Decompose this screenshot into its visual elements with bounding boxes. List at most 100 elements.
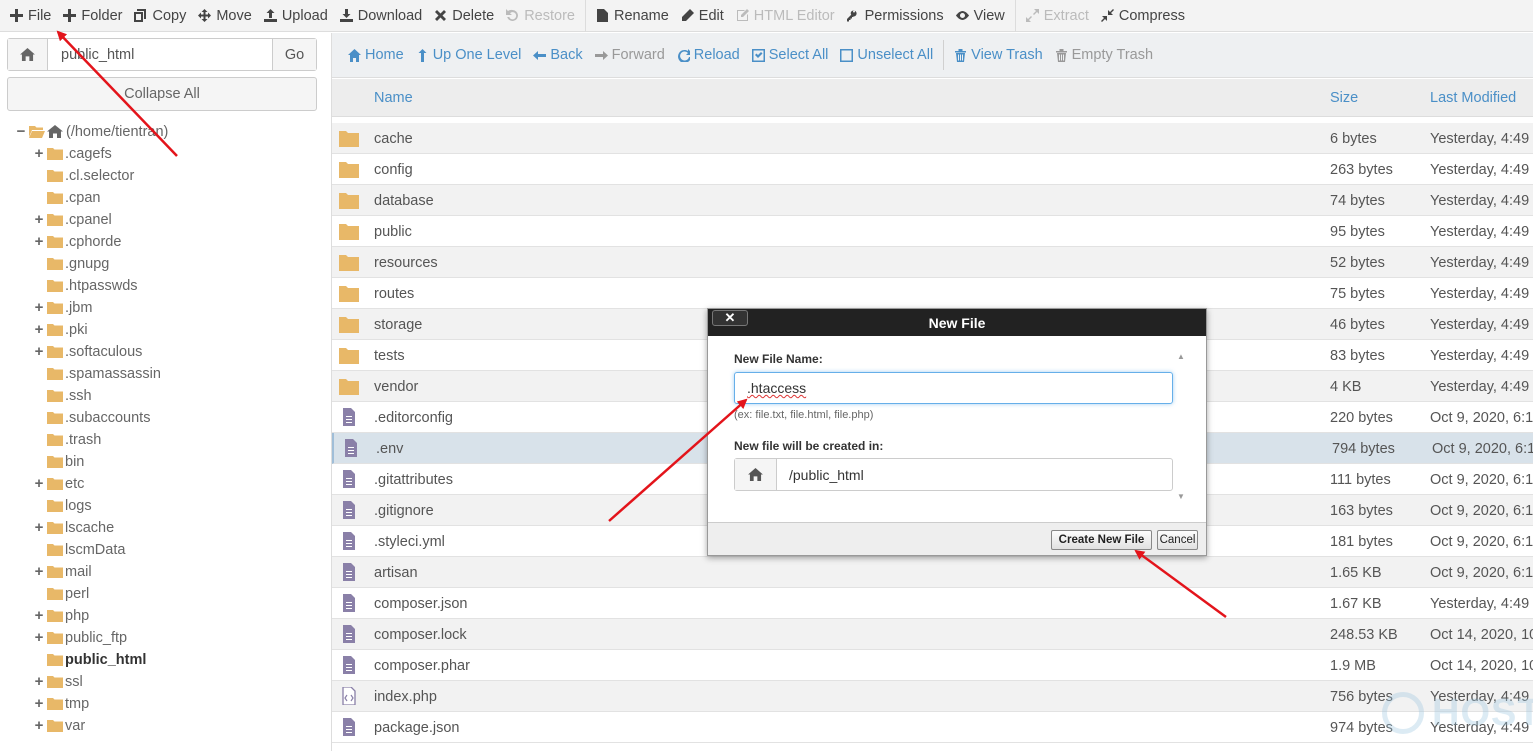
cancel-button[interactable]: Cancel bbox=[1157, 530, 1198, 550]
file-name: .styleci.yml bbox=[374, 534, 445, 550]
tree-item[interactable]: public_html bbox=[0, 649, 326, 671]
scroll-down-icon[interactable]: ▼ bbox=[1177, 492, 1185, 501]
path-home-button[interactable] bbox=[8, 39, 48, 70]
scroll-up-icon[interactable]: ▲ bbox=[1177, 352, 1185, 361]
tree-item[interactable]: + var bbox=[0, 715, 326, 737]
nav-home-button[interactable]: Home bbox=[342, 33, 410, 78]
toolbar-compress-button[interactable]: Compress bbox=[1095, 0, 1191, 32]
tree-item[interactable]: + tmp bbox=[0, 693, 326, 715]
trash-icon bbox=[1055, 48, 1068, 62]
table-row[interactable]: database 74 bytes Yesterday, 4:49 P bbox=[332, 185, 1533, 216]
toolbar-view-button[interactable]: View bbox=[950, 0, 1011, 32]
toolbar-copy-button[interactable]: Copy bbox=[128, 0, 192, 32]
table-row[interactable]: package.json 974 bytes Yesterday, 4:49 P bbox=[332, 712, 1533, 743]
toolbar-file-button[interactable]: File bbox=[4, 0, 57, 32]
toolbar-compress-label: Compress bbox=[1118, 7, 1185, 24]
folder-icon bbox=[339, 129, 359, 150]
tree-item[interactable]: .cl.selector bbox=[0, 165, 326, 187]
location-home-button[interactable] bbox=[735, 459, 777, 490]
tree-item[interactable]: + lscache bbox=[0, 517, 326, 539]
collapse-toggle-icon[interactable]: − bbox=[16, 121, 26, 143]
tree-item[interactable]: + .softaculous bbox=[0, 341, 326, 363]
tree-item[interactable]: + mail bbox=[0, 561, 326, 583]
tree-item[interactable]: + .jbm bbox=[0, 297, 326, 319]
collapse-all-button[interactable]: Collapse All bbox=[7, 77, 317, 111]
table-row[interactable]: index.php 756 bytes Yesterday, 4:49 P bbox=[332, 681, 1533, 712]
toolbar-move-button[interactable]: Move bbox=[192, 0, 257, 32]
nav-up-one-level-button[interactable]: Up One Level bbox=[410, 33, 528, 78]
tree-item[interactable]: .gnupg bbox=[0, 253, 326, 275]
tree-item[interactable]: perl bbox=[0, 583, 326, 605]
table-row[interactable]: composer.lock 248.53 KB Oct 14, 2020, 10 bbox=[332, 619, 1533, 650]
toolbar-rename-button[interactable]: Rename bbox=[590, 0, 675, 32]
location-field[interactable]: /public_html bbox=[734, 458, 1173, 491]
expand-toggle-icon[interactable]: + bbox=[34, 473, 44, 495]
table-row[interactable]: artisan 1.65 KB Oct 9, 2020, 6:10 bbox=[332, 557, 1533, 588]
go-button[interactable]: Go bbox=[272, 39, 316, 70]
tree-item[interactable]: + php bbox=[0, 605, 326, 627]
table-row[interactable]: public 95 bytes Yesterday, 4:49 P bbox=[332, 216, 1533, 247]
toolbar-permissions-button[interactable]: Permissions bbox=[841, 0, 950, 32]
expand-toggle-icon[interactable]: + bbox=[34, 209, 44, 231]
expand-toggle-icon[interactable]: + bbox=[34, 297, 44, 319]
html-edit-icon bbox=[736, 9, 749, 22]
toolbar-upload-button[interactable]: Upload bbox=[258, 0, 334, 32]
column-size-header[interactable]: Size bbox=[1330, 90, 1358, 106]
toolbar-folder-button[interactable]: Folder bbox=[57, 0, 128, 32]
expand-toggle-icon[interactable]: + bbox=[34, 605, 44, 627]
expand-toggle-icon[interactable]: + bbox=[34, 319, 44, 341]
nav-back-button[interactable]: Back bbox=[527, 33, 588, 78]
table-row[interactable]: composer.json 1.67 KB Yesterday, 4:49 P bbox=[332, 588, 1533, 619]
tree-item-label: (/home/tientran) bbox=[66, 124, 169, 140]
table-row[interactable]: config 263 bytes Yesterday, 4:49 P bbox=[332, 154, 1533, 185]
tree-item[interactable]: + .cagefs bbox=[0, 143, 326, 165]
dialog-close-button[interactable]: ✕ bbox=[712, 310, 748, 326]
toolbar-edit-button[interactable]: Edit bbox=[675, 0, 730, 32]
expand-toggle-icon[interactable]: + bbox=[34, 671, 44, 693]
tree-item[interactable]: + public_ftp bbox=[0, 627, 326, 649]
tree-item[interactable]: logs bbox=[0, 495, 326, 517]
expand-toggle-icon[interactable]: + bbox=[34, 561, 44, 583]
nav-reload-button[interactable]: Reload bbox=[671, 33, 746, 78]
tree-item[interactable]: + .cpanel bbox=[0, 209, 326, 231]
tree-item[interactable]: .spamassassin bbox=[0, 363, 326, 385]
path-input[interactable] bbox=[48, 39, 272, 70]
expand-toggle-icon[interactable]: + bbox=[34, 517, 44, 539]
column-modified-header[interactable]: Last Modified bbox=[1430, 90, 1516, 106]
nav-unselect-all-button[interactable]: Unselect All bbox=[834, 33, 939, 78]
expand-toggle-icon[interactable]: + bbox=[34, 143, 44, 165]
column-name-header[interactable]: Name bbox=[374, 90, 413, 106]
table-row[interactable]: cache 6 bytes Yesterday, 4:49 P bbox=[332, 123, 1533, 154]
table-row[interactable]: composer.phar 1.9 MB Oct 14, 2020, 10 bbox=[332, 650, 1533, 681]
toolbar-delete-button[interactable]: Delete bbox=[428, 0, 500, 32]
dialog-scrollbar[interactable]: ▲ ▼ bbox=[1174, 350, 1188, 510]
nav-view-trash-label: View Trash bbox=[971, 47, 1043, 63]
toolbar-download-button[interactable]: Download bbox=[334, 0, 429, 32]
create-new-file-button[interactable]: Create New File bbox=[1051, 530, 1152, 550]
tree-item[interactable]: lscmData bbox=[0, 539, 326, 561]
tree-item[interactable]: bin bbox=[0, 451, 326, 473]
table-row[interactable]: resources 52 bytes Yesterday, 4:49 P bbox=[332, 247, 1533, 278]
tree-item[interactable]: + etc bbox=[0, 473, 326, 495]
expand-toggle-icon[interactable]: + bbox=[34, 693, 44, 715]
tree-item[interactable]: .cpan bbox=[0, 187, 326, 209]
nav-view-trash-button[interactable]: View Trash bbox=[948, 33, 1048, 78]
tree-item[interactable]: .trash bbox=[0, 429, 326, 451]
file-name: composer.phar bbox=[374, 658, 470, 674]
tree-item[interactable]: − (/home/tientran) bbox=[0, 121, 326, 143]
tree-item[interactable]: .ssh bbox=[0, 385, 326, 407]
tree-item[interactable]: .subaccounts bbox=[0, 407, 326, 429]
tree-item[interactable]: + ssl bbox=[0, 671, 326, 693]
expand-toggle-icon[interactable]: + bbox=[34, 715, 44, 737]
table-row[interactable]: routes 75 bytes Yesterday, 4:49 P bbox=[332, 278, 1533, 309]
expand-toggle-icon[interactable]: + bbox=[34, 627, 44, 649]
expand-toggle-icon[interactable]: + bbox=[34, 341, 44, 363]
folder-icon bbox=[47, 323, 63, 340]
new-file-name-input[interactable]: .htaccess bbox=[734, 372, 1173, 404]
tree-item[interactable]: + .pki bbox=[0, 319, 326, 341]
expand-toggle-icon[interactable]: + bbox=[34, 231, 44, 253]
nav-select-all-button[interactable]: Select All bbox=[746, 33, 835, 78]
location-value[interactable]: /public_html bbox=[777, 459, 1172, 490]
tree-item[interactable]: + .cphorde bbox=[0, 231, 326, 253]
tree-item[interactable]: .htpasswds bbox=[0, 275, 326, 297]
